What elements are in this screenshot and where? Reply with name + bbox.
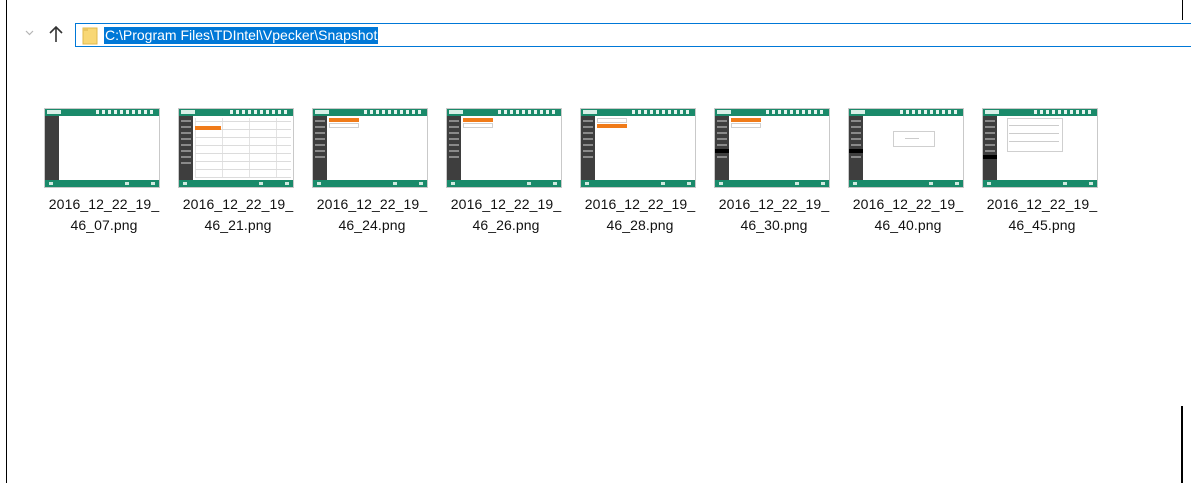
address-bar[interactable]: C:\Program Files\TDIntel\Vpecker\Snapsho…	[75, 23, 1191, 47]
file-name: 2016_12_22_19_ 46_40.png	[848, 194, 968, 236]
scrollbar-edge	[1181, 406, 1183, 483]
file-name-line2: 46_30.png	[740, 217, 808, 233]
file-name-line1: 2016_12_22_19_	[718, 196, 830, 212]
folder-icon	[82, 27, 98, 45]
file-name: 2016_12_22_19_ 46_30.png	[714, 194, 834, 236]
file-name: 2016_12_22_19_ 46_28.png	[580, 194, 700, 236]
file-name: 2016_12_22_19_ 46_07.png	[44, 194, 164, 236]
thumbnail-image	[580, 108, 696, 188]
up-arrow-icon[interactable]	[48, 25, 64, 45]
file-name-line1: 2016_12_22_19_	[852, 196, 964, 212]
thumbnail-image	[982, 108, 1098, 188]
file-name-line2: 46_45.png	[1008, 217, 1076, 233]
file-name-line2: 46_26.png	[472, 217, 540, 233]
file-name-line2: 46_07.png	[70, 217, 138, 233]
navigation-bar: C:\Program Files\TDIntel\Vpecker\Snapsho…	[0, 22, 1191, 52]
file-name: 2016_12_22_19_ 46_26.png	[446, 194, 566, 236]
file-name-line1: 2016_12_22_19_	[316, 196, 428, 212]
file-name: 2016_12_22_19_ 46_24.png	[312, 194, 432, 236]
file-name: 2016_12_22_19_ 46_45.png	[982, 194, 1102, 236]
file-name: 2016_12_22_19_ 46_21.png	[178, 194, 298, 236]
window-border-right	[1182, 0, 1183, 20]
thumbnail-image	[312, 108, 428, 188]
chevron-down-icon[interactable]	[25, 29, 34, 37]
file-name-line2: 46_28.png	[606, 217, 674, 233]
thumbnail-image	[848, 108, 964, 188]
window-border-left	[6, 0, 7, 483]
thumbnail-image	[178, 108, 294, 188]
file-name-line1: 2016_12_22_19_	[986, 196, 1098, 212]
thumbnail-image	[44, 108, 160, 188]
file-name-line1: 2016_12_22_19_	[48, 196, 160, 212]
file-name-line1: 2016_12_22_19_	[182, 196, 294, 212]
file-name-line2: 46_21.png	[204, 217, 272, 233]
address-path-input[interactable]: C:\Program Files\TDIntel\Vpecker\Snapsho…	[104, 27, 379, 44]
thumbnail-image	[446, 108, 562, 188]
file-name-line2: 46_40.png	[874, 217, 942, 233]
file-name-line1: 2016_12_22_19_	[450, 196, 562, 212]
file-name-line2: 46_24.png	[338, 217, 406, 233]
file-name-line1: 2016_12_22_19_	[584, 196, 696, 212]
thumbnail-image	[714, 108, 830, 188]
